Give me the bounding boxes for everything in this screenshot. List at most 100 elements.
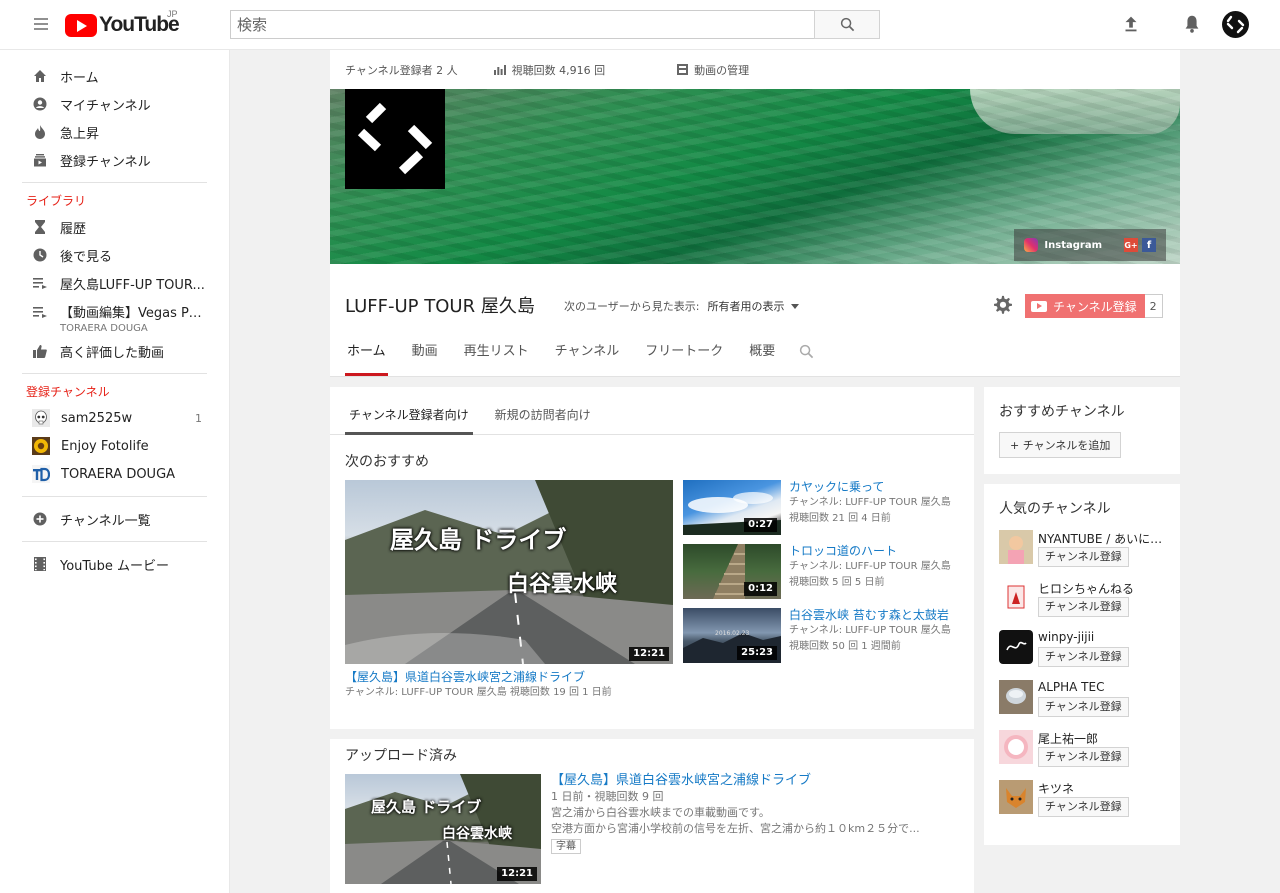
sidebar-item-watch-later[interactable]: 後で見る (22, 241, 207, 269)
skull-avatar-icon (32, 409, 50, 427)
tab-home[interactable]: ホーム (345, 340, 388, 376)
popular-subscribe-button[interactable]: チャンネル登録 (1038, 547, 1129, 567)
view-count[interactable]: 視聴回数 4,916 回 (493, 62, 641, 78)
film-icon (32, 556, 48, 572)
sidebar-item-subscriptions[interactable]: 登録チャンネル (22, 146, 207, 174)
section-divider (330, 729, 974, 739)
sidebar-item-history[interactable]: 履歴 (22, 213, 207, 241)
thumbs-up-icon (32, 343, 48, 359)
sidebar-item-playlist-vegas[interactable]: 【動画編集】Vegas Pr... TORAERA DOUGA (22, 297, 207, 337)
side-video-title-forest[interactable]: 白谷雲水峡 苔むす森と太鼓岩 (789, 607, 961, 623)
search-icon (840, 17, 854, 32)
featured-video-thumbnail[interactable]: 屋久島 ドライブ 白谷雲水峡 12:21 (345, 480, 673, 664)
popular-channel-name[interactable]: キツネ (1038, 780, 1168, 797)
google-plus-icon[interactable]: G+ (1124, 238, 1138, 252)
channel-thumbnail[interactable] (999, 580, 1033, 614)
featured-video-title[interactable]: 【屋久島】県道白谷雲水峡宮之浦線ドライブ (345, 669, 665, 685)
channel-thumbnail[interactable] (999, 680, 1033, 714)
popular-subscribe-button[interactable]: チャンネル登録 (1038, 697, 1129, 717)
tab-about[interactable]: 概要 (747, 340, 777, 376)
sidebar-sub-enjoy-fotolife[interactable]: Enjoy Fotolife (22, 432, 207, 460)
gear-icon[interactable] (992, 294, 1014, 316)
sunflower-avatar-icon (32, 437, 50, 455)
instagram-link[interactable]: Instagram (1044, 240, 1102, 251)
channel-logo-icon (357, 102, 433, 175)
sidebar-item-playlist-yakushima[interactable]: 屋久島LUFF-UP TOUR... (22, 269, 207, 297)
instagram-icon[interactable] (1024, 238, 1039, 252)
add-channel-button[interactable]: + チャンネルを追加 (999, 432, 1122, 458)
notification-bell-icon[interactable] (1181, 13, 1203, 35)
sidebar-sub-sam2525w[interactable]: sam2525w 1 (22, 404, 207, 432)
tab-channels[interactable]: チャンネル (553, 340, 622, 376)
account-avatar[interactable] (1222, 11, 1249, 38)
tab-videos[interactable]: 動画 (410, 340, 440, 376)
popular-subscribe-button[interactable]: チャンネル登録 (1038, 597, 1129, 617)
sidebar-item-browse-channels[interactable]: チャンネル一覧 (22, 505, 207, 533)
thumb-text-drive: 屋久島 ドライブ (390, 526, 567, 554)
popular-channel-name[interactable]: winpy-jijii (1038, 630, 1168, 644)
manage-videos-link[interactable]: 動画の管理 (677, 62, 785, 78)
facebook-icon[interactable]: f (1142, 238, 1156, 252)
popular-channel-item: キツネ チャンネル登録 (999, 780, 1165, 830)
popular-channel-name[interactable]: ALPHA TEC (1038, 680, 1168, 694)
upload-video-meta: 1 日前・視聴回数 9 回 (551, 790, 664, 803)
video-thumbnail-trolley[interactable]: 0:12 (683, 544, 781, 599)
hourglass-icon (32, 219, 48, 235)
channel-thumbnail[interactable] (999, 730, 1033, 764)
recommended-channels-title: おすすめチャンネル (999, 404, 1125, 420)
video-thumbnail-kayak[interactable]: 0:27 (683, 480, 781, 535)
channel-avatar[interactable] (345, 89, 445, 189)
sidebar-item-trending[interactable]: 急上昇 (22, 118, 207, 146)
side-video-title-trolley[interactable]: トロッコ道のハート (789, 543, 961, 559)
popular-subscribe-button[interactable]: チャンネル登録 (1038, 747, 1129, 767)
youtube-play-icon (65, 13, 97, 37)
audience-tabs: チャンネル登録者向け 新規の訪問者向け (330, 387, 974, 435)
sidebar-sub-toraera-douga[interactable]: TORAERA DOUGA (22, 460, 207, 488)
side-video-title-kayak[interactable]: カヤックに乗って (789, 479, 961, 495)
search-input[interactable] (230, 10, 814, 39)
popular-subscribe-button[interactable]: チャンネル登録 (1038, 797, 1129, 817)
tab-discussion[interactable]: フリートーク (643, 340, 725, 376)
channel-thumbnail[interactable] (999, 630, 1033, 664)
upload-icon[interactable] (1120, 13, 1142, 35)
channel-search-icon[interactable] (799, 344, 814, 359)
subscriber-count-badge: 2 (1144, 294, 1163, 318)
side-video-channel: チャンネル: LUFF-UP TOUR 屋久島 (789, 561, 951, 572)
uploads-section-title: アップロード済み (345, 748, 457, 764)
popular-channel-name[interactable]: 尾上祐一郎 (1038, 730, 1168, 747)
popular-subscribe-button[interactable]: チャンネル登録 (1038, 647, 1129, 667)
sidebar-item-youtube-movies[interactable]: YouTube ムービー (22, 550, 207, 578)
channel-stats-bar: チャンネル登録者 2 人 視聴回数 4,916 回 動画の管理 (330, 50, 1180, 89)
flame-icon (32, 124, 48, 140)
tab-new-visitors-view[interactable]: 新規の訪問者向け (491, 387, 595, 435)
upload-video-title[interactable]: 【屋久島】県道白谷雲水峡宮之浦線ドライブ (551, 773, 961, 789)
masthead: YouTube JP (0, 0, 1280, 50)
video-thumbnail-forest[interactable]: 2016.02.23 25:23 (683, 608, 781, 663)
tab-playlists[interactable]: 再生リスト (462, 340, 531, 376)
youtube-logo[interactable]: YouTube JP (65, 9, 180, 37)
video-duration: 0:27 (744, 518, 777, 532)
channel-thumbnail[interactable] (999, 780, 1033, 814)
popular-channel-name[interactable]: NYANTUBE / あいにゃん (1038, 530, 1168, 547)
view-as-value: 所有者用の表示 (707, 300, 785, 313)
video-duration: 12:21 (497, 867, 537, 881)
sidebar-item-home[interactable]: ホーム (22, 62, 207, 90)
thumb-date-stamp: 2016.02.23 (715, 630, 750, 637)
popular-channel-item: winpy-jijii チャンネル登録 (999, 630, 1165, 680)
channel-banner: Instagram G+ f (330, 89, 1180, 264)
popular-channels-card: 人気のチャンネル NYANTUBE / あいにゃん チャンネル登録 ヒロシちゃん… (984, 484, 1180, 845)
video-manager-icon (677, 64, 689, 75)
menu-icon[interactable] (34, 18, 48, 30)
view-as-selector[interactable]: 次のユーザーから見た表示: 所有者用の表示 (564, 298, 799, 314)
upload-video-description: 宮之浦から白谷雲水峡までの車載動画です。 (551, 806, 770, 819)
subscribe-button[interactable]: チャンネル登録 (1025, 294, 1145, 318)
tab-subscribers-view[interactable]: チャンネル登録者向け (345, 387, 473, 435)
search-button[interactable] (814, 10, 880, 39)
side-video-channel: チャンネル: LUFF-UP TOUR 屋久島 (789, 625, 951, 636)
sidebar-item-liked-videos[interactable]: 高く評価した動画 (22, 337, 207, 365)
popular-channel-name[interactable]: ヒロシちゃんねる (1038, 580, 1168, 597)
channel-thumbnail[interactable] (999, 530, 1033, 564)
sidebar-item-my-channel[interactable]: マイチャンネル (22, 90, 207, 118)
upload-video-thumbnail[interactable]: 屋久島 ドライブ 白谷雲水峡 12:21 (345, 774, 541, 884)
td-logo-icon (32, 465, 50, 483)
